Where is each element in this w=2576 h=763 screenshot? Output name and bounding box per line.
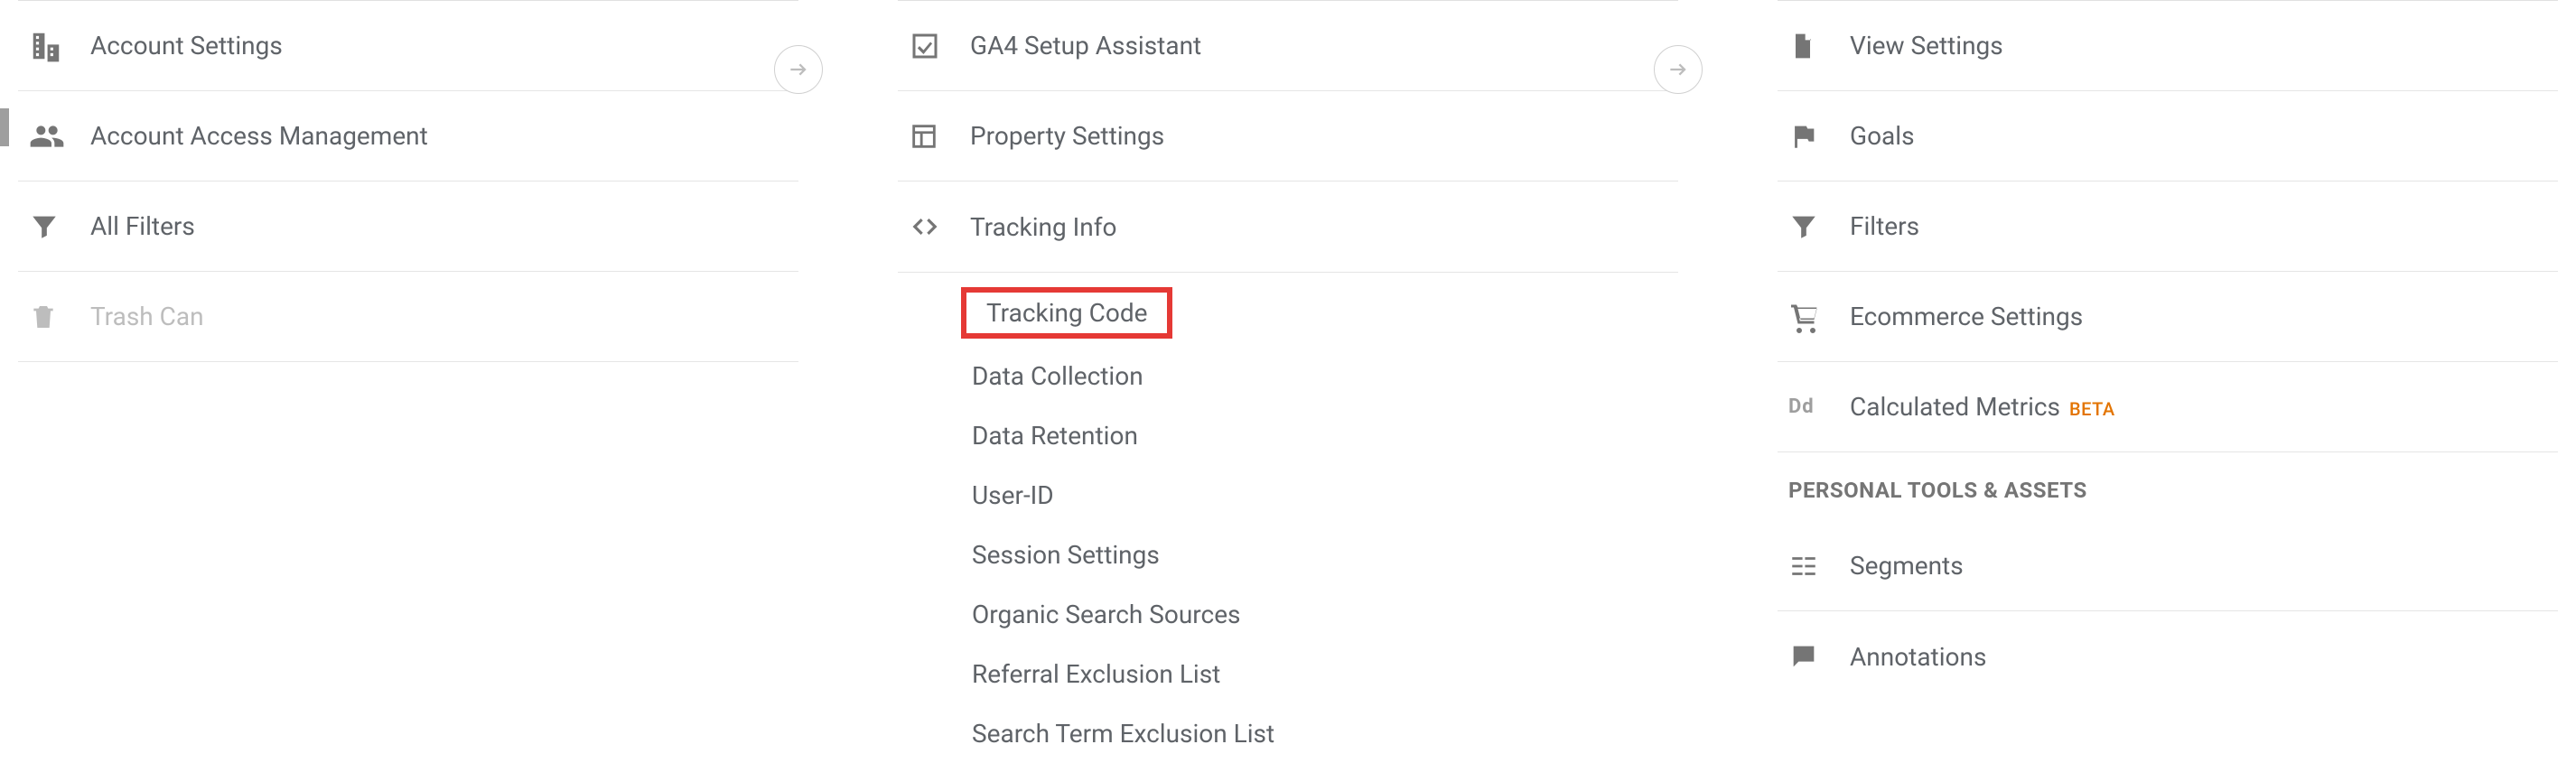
account-column: Account Settings Account Access Manageme… — [18, 0, 798, 763]
account-settings-item[interactable]: Account Settings — [18, 1, 798, 91]
segments-label: Segments — [1850, 551, 2558, 581]
data-collection-label: Data Collection — [972, 361, 1143, 391]
check-box-icon — [909, 28, 963, 64]
all-filters-label: All Filters — [90, 211, 798, 241]
annotations-icon — [1788, 638, 1843, 675]
ecommerce-item[interactable]: Ecommerce Settings — [1778, 272, 2558, 362]
tracking-code-subitem[interactable]: Tracking Code — [961, 287, 1172, 339]
property-settings-item[interactable]: Property Settings — [898, 91, 1678, 181]
funnel-icon — [1788, 209, 1843, 245]
search-term-exclusion-subitem[interactable]: Search Term Exclusion List — [898, 703, 1678, 763]
segments-item[interactable]: Segments — [1778, 521, 2558, 611]
trash-can-label: Trash Can — [90, 302, 798, 331]
property-settings-label: Property Settings — [970, 121, 1678, 151]
funnel-icon — [29, 209, 83, 245]
account-access-label: Account Access Management — [90, 121, 798, 151]
ga4-setup-item[interactable]: GA4 Setup Assistant — [898, 1, 1678, 91]
trash-icon — [29, 299, 83, 335]
flag-icon — [1788, 118, 1843, 154]
user-id-label: User-ID — [972, 480, 1054, 510]
tracking-info-label: Tracking Info — [970, 212, 1678, 242]
user-id-subitem[interactable]: User-ID — [898, 465, 1678, 525]
all-filters-item[interactable]: All Filters — [18, 181, 798, 272]
arrow-right-icon — [787, 58, 810, 81]
people-icon — [29, 118, 83, 154]
data-collection-subitem[interactable]: Data Collection — [898, 346, 1678, 405]
view-settings-label: View Settings — [1850, 31, 2558, 60]
trash-can-item: Trash Can — [18, 272, 798, 362]
ga4-setup-label: GA4 Setup Assistant — [970, 31, 1678, 60]
organic-search-label: Organic Search Sources — [972, 600, 1241, 629]
active-indicator — [0, 108, 9, 146]
property-column: GA4 Setup Assistant Property Settings Tr… — [898, 0, 1678, 763]
arrow-badge-account[interactable] — [774, 45, 823, 94]
filters-item[interactable]: Filters — [1778, 181, 2558, 272]
account-settings-label: Account Settings — [90, 31, 798, 60]
filters-label: Filters — [1850, 211, 2558, 241]
arrow-badge-property[interactable] — [1654, 45, 1703, 94]
annotations-label: Annotations — [1850, 642, 2558, 672]
referral-exclusion-subitem[interactable]: Referral Exclusion List — [898, 644, 1678, 703]
goals-label: Goals — [1850, 121, 2558, 151]
beta-badge: BETA — [2069, 398, 2115, 420]
file-icon — [1788, 28, 1843, 64]
personal-tools-header: PERSONAL TOOLS & ASSETS — [1778, 452, 2558, 521]
tracking-code-label: Tracking Code — [986, 298, 1147, 328]
session-settings-subitem[interactable]: Session Settings — [898, 525, 1678, 584]
tracking-info-item[interactable]: Tracking Info — [898, 181, 1678, 272]
calc-metrics-item[interactable]: Dd Calculated MetricsBETA — [1778, 362, 2558, 452]
account-access-item[interactable]: Account Access Management — [18, 91, 798, 181]
arrow-right-icon — [1666, 58, 1690, 81]
organic-search-subitem[interactable]: Organic Search Sources — [898, 584, 1678, 644]
goals-item[interactable]: Goals — [1778, 91, 2558, 181]
session-settings-label: Session Settings — [972, 540, 1160, 570]
calc-metrics-label: Calculated MetricsBETA — [1850, 392, 2558, 422]
search-term-exclusion-label: Search Term Exclusion List — [972, 719, 1274, 749]
ecommerce-label: Ecommerce Settings — [1850, 302, 2558, 331]
view-settings-item[interactable]: View Settings — [1778, 1, 2558, 91]
view-column: View Settings Goals Filters Ecommerce Se… — [1778, 0, 2558, 763]
annotations-item[interactable]: Annotations — [1778, 611, 2558, 702]
dd-icon: Dd — [1788, 389, 1843, 425]
layout-icon — [909, 118, 963, 154]
data-retention-label: Data Retention — [972, 421, 1138, 451]
buildings-icon — [29, 28, 83, 64]
segments-icon — [1788, 548, 1843, 584]
code-icon — [909, 209, 963, 245]
data-retention-subitem[interactable]: Data Retention — [898, 405, 1678, 465]
cart-icon — [1788, 299, 1843, 335]
referral-exclusion-label: Referral Exclusion List — [972, 659, 1220, 689]
